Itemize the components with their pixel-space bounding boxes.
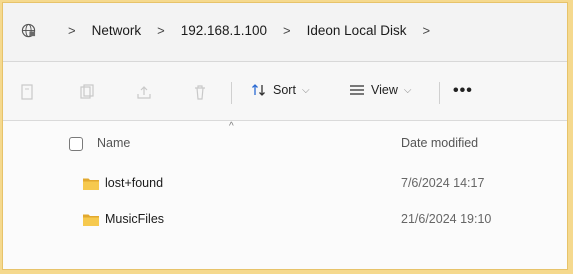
view-label: View: [371, 83, 398, 97]
file-list: ^ Name Date modified lost+found 7/6/2024…: [3, 121, 567, 269]
breadcrumb-item-share[interactable]: Ideon Local Disk: [307, 23, 407, 38]
folder-icon: [83, 213, 99, 231]
share-icon[interactable]: [136, 84, 152, 100]
more-options-button[interactable]: •••: [453, 82, 473, 100]
command-bar: Sort ⌵ View ⌵ •••: [3, 62, 567, 120]
breadcrumb-item-network[interactable]: Network: [92, 23, 142, 38]
file-date-modified: 7/6/2024 14:17: [401, 176, 485, 190]
column-header-date-modified[interactable]: Date modified: [401, 136, 478, 150]
list-item[interactable]: lost+found 7/6/2024 14:17: [3, 172, 567, 196]
file-date-modified: 21/6/2024 19:10: [401, 212, 492, 226]
view-list-icon: [349, 84, 365, 96]
breadcrumb-item-host[interactable]: 192.168.1.100: [181, 23, 267, 38]
divider: [439, 82, 440, 104]
sort-label: Sort: [273, 83, 296, 97]
chevron-right-icon[interactable]: >: [283, 23, 291, 38]
copy-icon[interactable]: [79, 84, 95, 100]
address-bar[interactable]: > Network > 192.168.1.100 > Ideon Local …: [3, 3, 567, 61]
breadcrumb: > Network > 192.168.1.100 > Ideon Local …: [21, 23, 446, 38]
folder-icon: [83, 177, 99, 195]
chevron-right-icon[interactable]: >: [422, 23, 430, 38]
chevron-right-icon[interactable]: >: [68, 23, 76, 38]
divider: [231, 82, 232, 104]
sort-ascending-icon: ^: [229, 121, 234, 132]
network-globe-icon[interactable]: [21, 23, 36, 38]
file-explorer-window: > Network > 192.168.1.100 > Ideon Local …: [2, 2, 568, 270]
column-header-name[interactable]: Name: [97, 136, 130, 150]
delete-icon[interactable]: [192, 84, 208, 100]
chevron-down-icon: ⌵: [403, 84, 412, 96]
list-item[interactable]: MusicFiles 21/6/2024 19:10: [3, 208, 567, 232]
select-all-checkbox[interactable]: [69, 137, 83, 151]
cut-icon[interactable]: [19, 84, 35, 100]
file-name: lost+found: [105, 176, 164, 190]
chevron-right-icon[interactable]: >: [157, 23, 165, 38]
sort-icon: [251, 83, 267, 97]
view-button[interactable]: View ⌵: [349, 83, 411, 97]
file-name: MusicFiles: [105, 212, 165, 226]
chevron-down-icon: ⌵: [301, 84, 310, 96]
sort-button[interactable]: Sort ⌵: [251, 83, 310, 97]
